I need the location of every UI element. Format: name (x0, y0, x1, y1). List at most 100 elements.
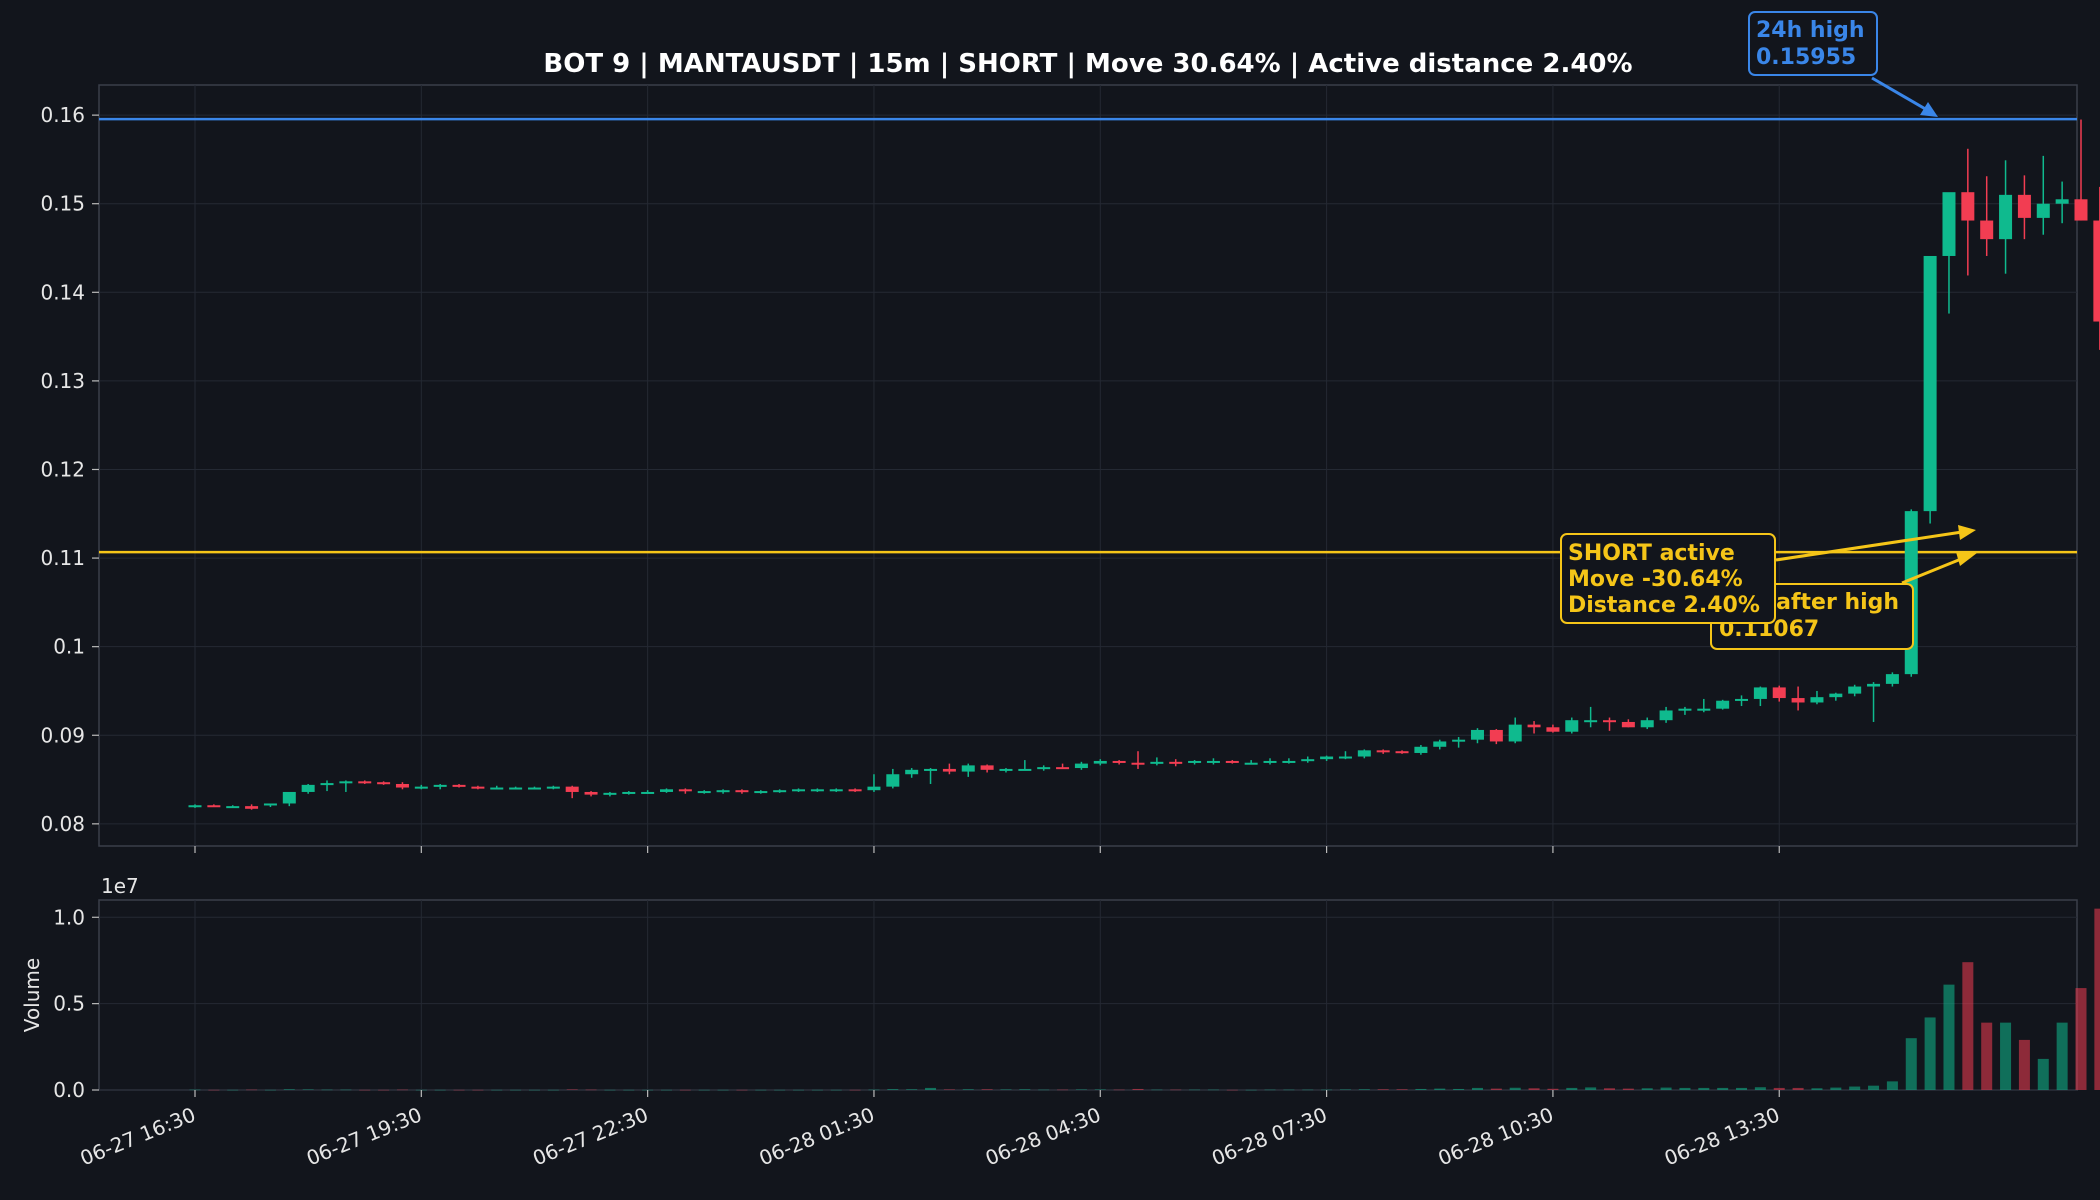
volume-tick-label: 0.5 (53, 992, 85, 1016)
volume-bar (1226, 1089, 1238, 1091)
volume-bar (1660, 1087, 1672, 1090)
candle-body (1301, 759, 1315, 762)
volume-bar (1434, 1088, 1446, 1090)
price-plot-area (98, 84, 2078, 847)
volume-bar (1396, 1089, 1408, 1090)
candle-body (1263, 760, 1277, 763)
volume-tick-label: 0.0 (53, 1078, 85, 1102)
volume-bar (698, 1089, 710, 1091)
price-tick-label: 0.13 (40, 369, 85, 393)
candle-body (1565, 720, 1579, 732)
candle-body (1056, 767, 1070, 770)
candle-body (546, 786, 560, 789)
candle-body (1282, 760, 1296, 763)
volume-bar (604, 1089, 616, 1091)
candle-body (527, 787, 541, 790)
volume-bar (1886, 1081, 1898, 1090)
price-tick-label: 0.12 (40, 457, 85, 481)
candle-body (1603, 720, 1616, 723)
candle-body (678, 789, 692, 792)
candle-body (660, 789, 673, 792)
volume-bar (1264, 1089, 1276, 1091)
volume-bar (1471, 1087, 1483, 1090)
price-tick-label: 0.09 (40, 723, 85, 747)
candle-body (1527, 724, 1541, 728)
candle-body (1791, 698, 1805, 703)
volume-bar (227, 1089, 239, 1091)
candle-body (1584, 720, 1598, 723)
volume-bar (1943, 984, 1955, 1090)
candle-body (471, 786, 485, 789)
candle-body (1131, 762, 1145, 765)
volume-bar (1132, 1088, 1144, 1090)
volume-bar (396, 1089, 408, 1091)
candle-body (1489, 729, 1503, 742)
candle-body (226, 806, 240, 809)
candle-body (2074, 199, 2088, 221)
high-annotation-value: 0.15955 (1756, 45, 1856, 70)
candle-body (1980, 220, 1994, 240)
candle-body (999, 768, 1013, 771)
candle-body (565, 786, 579, 792)
volume-bar (1490, 1088, 1502, 1090)
price-tick-label: 0.16 (40, 103, 85, 127)
chart-canvas: BOT 9 | MANTAUSDT | 15m | SHORT | Move 3… (0, 0, 2100, 1200)
candle-body (282, 791, 296, 804)
volume-bar (1339, 1089, 1351, 1090)
volume-bar (1981, 1022, 1993, 1090)
volume-bar (811, 1089, 823, 1091)
volume-bar (2056, 1022, 2068, 1090)
candle-body (1923, 255, 1937, 512)
candle-body (1678, 708, 1692, 711)
volume-bar (1924, 1017, 1936, 1090)
candle-body (792, 789, 806, 792)
candle-body (395, 783, 409, 788)
volume-bar (679, 1089, 691, 1091)
volume-bar (1377, 1089, 1389, 1090)
volume-bar (1679, 1087, 1691, 1090)
candle-body (1942, 192, 1956, 256)
candle-body (1829, 693, 1843, 698)
candle-body (509, 787, 523, 790)
candle-body (2055, 199, 2069, 204)
candle-body (320, 783, 334, 786)
price-panel: 0.08 0.09 0.1 0.11 0.12 0.13 0.14 0.15 0.16 (40, 84, 2100, 853)
candle-body (980, 765, 994, 770)
candle-body (1772, 687, 1786, 699)
candle-body (1395, 751, 1409, 754)
volume-bar (510, 1089, 522, 1091)
volume-bar (830, 1089, 842, 1091)
short-distance: Distance 2.40% (1568, 593, 1760, 618)
candle-body (641, 791, 655, 794)
candle-body (1885, 674, 1899, 684)
volume-bar (547, 1089, 559, 1091)
candle-body (622, 791, 636, 794)
volume-bar (736, 1089, 748, 1091)
volume-bar (1415, 1088, 1427, 1090)
volume-bar (1151, 1089, 1163, 1091)
candle-body (1621, 721, 1635, 728)
candle-body (1508, 724, 1522, 742)
short-move: Move -30.64% (1568, 567, 1743, 592)
volume-bar (1566, 1087, 1578, 1090)
candle-body (2093, 220, 2100, 322)
volume-bar (2094, 908, 2100, 1090)
volume-bar (1792, 1087, 1804, 1090)
candle-body (773, 790, 787, 793)
volume-bar (1057, 1089, 1069, 1091)
candle-body (2017, 194, 2031, 218)
volume-bar (623, 1089, 635, 1091)
candle-body (1848, 686, 1862, 694)
chart-title: BOT 9 | MANTAUSDT | 15m | SHORT | Move 3… (543, 49, 1632, 79)
volume-bar (1113, 1089, 1125, 1091)
candle-body (735, 790, 749, 793)
volume-bar (1170, 1089, 1182, 1091)
volume-bar (1075, 1089, 1087, 1090)
candle-body (905, 769, 919, 775)
volume-multiplier: 1e7 (101, 874, 139, 898)
volume-bar (1849, 1086, 1861, 1090)
candle-body (1225, 760, 1239, 763)
candle-body (1470, 729, 1484, 740)
volume-bar (2018, 1039, 2030, 1090)
candle-body (452, 784, 466, 787)
